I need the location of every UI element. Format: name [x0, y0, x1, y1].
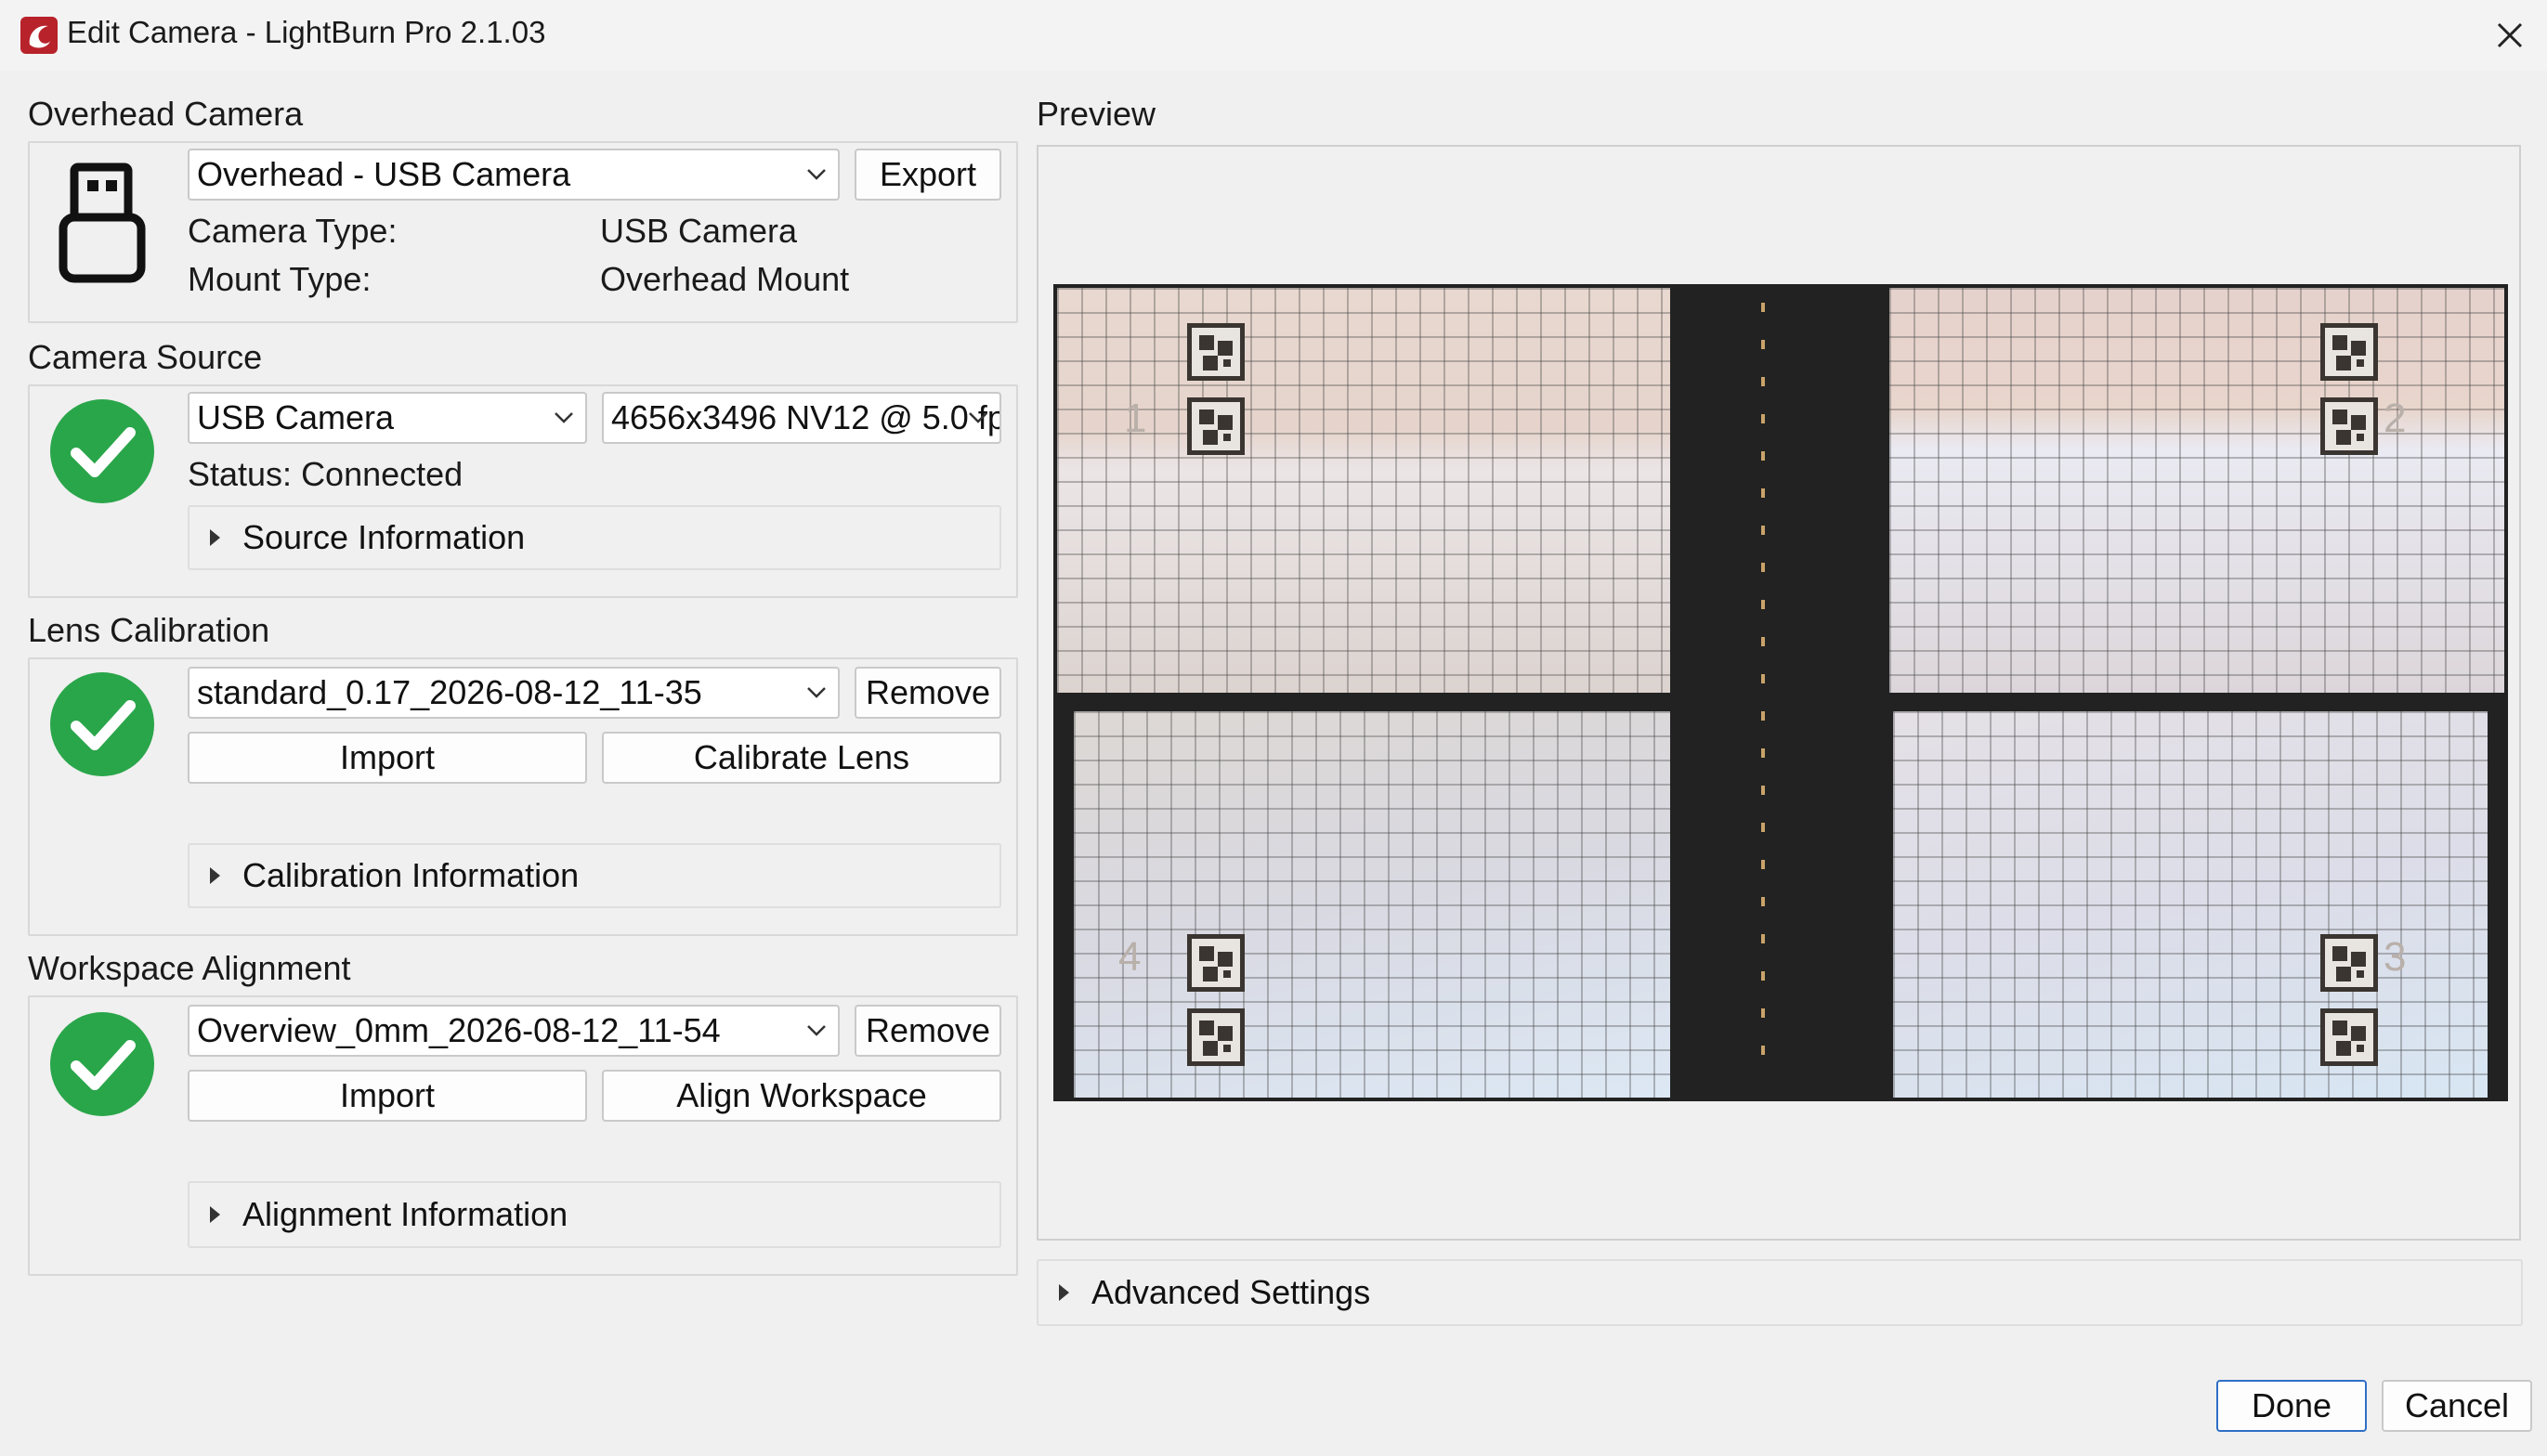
- chevron-down-icon: [969, 412, 987, 423]
- alignment-select[interactable]: Overview_0mm_2026-08-12_11-54: [188, 1005, 840, 1057]
- camera-source-label: Camera Source: [28, 338, 263, 376]
- fiducial-marker: [1187, 1008, 1245, 1066]
- calibration-select[interactable]: standard_0.17_2026-08-12_11-35: [188, 667, 840, 719]
- preview-label: Preview: [1037, 95, 1156, 133]
- remove-alignment-button[interactable]: Remove: [855, 1005, 1001, 1057]
- mount-type-value: Overhead Mount: [600, 260, 850, 298]
- check-circle-icon: [50, 1012, 154, 1116]
- check-circle-icon: [50, 672, 154, 776]
- marker-number: 1: [1124, 396, 1147, 441]
- camera-select[interactable]: Overhead - USB Camera: [188, 149, 840, 201]
- fiducial-marker: [1187, 397, 1245, 455]
- source-information-expander[interactable]: Source Information: [188, 505, 1001, 570]
- camera-type-label: Camera Type:: [188, 212, 398, 250]
- source-select-value: USB Camera: [197, 398, 395, 436]
- align-workspace-button[interactable]: Align Workspace: [602, 1070, 1001, 1122]
- alignment-information-label: Alignment Information: [242, 1195, 568, 1233]
- camera-select-value: Overhead - USB Camera: [197, 155, 571, 193]
- fiducial-marker: [2320, 397, 2378, 455]
- fiducial-marker: [2320, 1008, 2378, 1066]
- calibration-select-value: standard_0.17_2026-08-12_11-35: [197, 673, 702, 711]
- expand-arrow-icon: [210, 867, 220, 884]
- grid-overlay: [1057, 288, 1670, 693]
- usb-icon: [59, 162, 146, 283]
- alignment-information-expander[interactable]: Alignment Information: [188, 1181, 1001, 1248]
- marker-number: 4: [1118, 934, 1142, 980]
- calibrate-lens-button[interactable]: Calibrate Lens: [602, 732, 1001, 784]
- resolution-select[interactable]: 4656x3496 NV12 @ 5.0 fp: [602, 392, 1001, 444]
- fiducial-marker: [1187, 323, 1245, 381]
- expand-arrow-icon: [1059, 1284, 1069, 1301]
- center-rail: [1761, 303, 1765, 1083]
- advanced-settings-label: Advanced Settings: [1091, 1273, 1371, 1311]
- resolution-select-value: 4656x3496 NV12 @ 5.0 fp: [611, 398, 1001, 436]
- workspace-alignment-label: Workspace Alignment: [28, 949, 351, 987]
- check-circle-icon: [50, 399, 154, 503]
- calibration-information-expander[interactable]: Calibration Information: [188, 843, 1001, 908]
- grid-overlay: [1074, 711, 1670, 1098]
- done-button[interactable]: Done: [2216, 1380, 2367, 1432]
- cancel-button[interactable]: Cancel: [2382, 1380, 2532, 1432]
- marker-number: 2: [2384, 396, 2407, 441]
- close-icon[interactable]: [2491, 17, 2528, 54]
- advanced-settings-expander[interactable]: Advanced Settings: [1037, 1259, 2523, 1326]
- workspace-quadrant: [1057, 288, 1670, 693]
- calibration-information-label: Calibration Information: [242, 856, 580, 894]
- chevron-down-icon: [555, 412, 573, 423]
- workspace-quadrant: [1074, 711, 1670, 1098]
- fiducial-marker: [2320, 323, 2378, 381]
- connection-status: Status: Connected: [188, 455, 464, 493]
- window-title: Edit Camera - LightBurn Pro 2.1.03: [67, 15, 546, 49]
- fiducial-marker: [1187, 934, 1245, 992]
- expand-arrow-icon: [210, 529, 220, 546]
- source-information-label: Source Information: [242, 518, 526, 556]
- grid-overlay: [1889, 288, 2504, 693]
- chevron-down-icon: [807, 1025, 826, 1036]
- remove-calibration-button[interactable]: Remove: [855, 667, 1001, 719]
- workspace-quadrant: [1889, 288, 2504, 693]
- source-select[interactable]: USB Camera: [188, 392, 587, 444]
- chevron-down-icon: [807, 169, 826, 180]
- mount-type-label: Mount Type:: [188, 260, 372, 298]
- chevron-down-icon: [807, 687, 826, 698]
- lightburn-logo-icon: [20, 17, 58, 54]
- preview-frame: 1 2 3 4: [1037, 145, 2521, 1241]
- import-calibration-button[interactable]: Import: [188, 732, 587, 784]
- marker-number: 3: [2384, 934, 2407, 980]
- camera-preview-image: 1 2 3 4: [1053, 284, 2508, 1101]
- expand-arrow-icon: [210, 1206, 220, 1223]
- fiducial-marker: [2320, 934, 2378, 992]
- workspace-quadrant: [1893, 711, 2488, 1098]
- grid-overlay: [1893, 711, 2488, 1098]
- overhead-camera-label: Overhead Camera: [28, 95, 304, 133]
- export-button[interactable]: Export: [855, 149, 1001, 201]
- lens-calibration-label: Lens Calibration: [28, 611, 270, 649]
- import-alignment-button[interactable]: Import: [188, 1070, 587, 1122]
- alignment-select-value: Overview_0mm_2026-08-12_11-54: [197, 1011, 721, 1049]
- camera-type-value: USB Camera: [600, 212, 798, 250]
